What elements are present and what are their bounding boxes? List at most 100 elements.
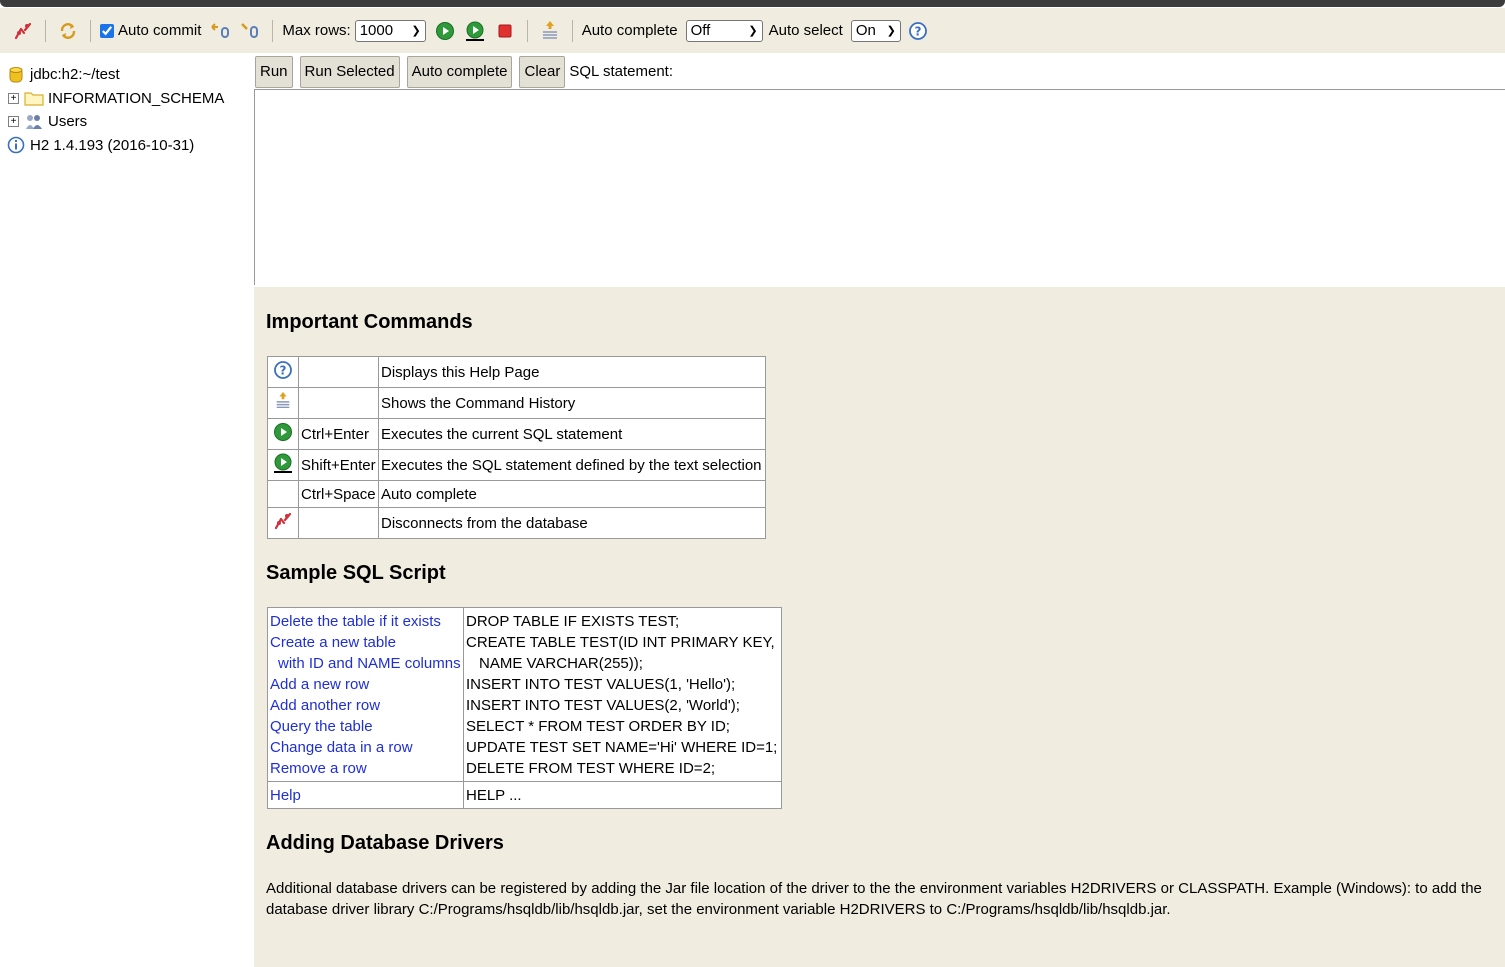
browser-top-edge <box>0 0 1505 8</box>
table-row: ? Displays this Help Page <box>267 356 766 388</box>
run-selected-button[interactable]: Run Selected <box>299 55 400 88</box>
auto-commit-input[interactable] <box>100 23 114 38</box>
run-button[interactable]: Run <box>255 55 293 88</box>
commit-icon[interactable] <box>239 20 261 42</box>
help-icon: ? <box>273 361 293 384</box>
expand-icon[interactable]: + <box>8 92 19 104</box>
sample-sql-line: UPDATE TEST SET NAME='Hi' WHERE ID=1; <box>466 739 778 756</box>
sample-sql-line: SELECT * FROM TEST ORDER BY ID; <box>466 718 730 735</box>
tree-version-label: H2 1.4.193 (2016-10-31) <box>30 136 195 154</box>
help-icon[interactable]: ? <box>907 20 929 42</box>
command-desc: Shows the Command History <box>378 387 766 419</box>
stop-icon[interactable] <box>494 20 516 42</box>
max-rows-label: Max rows: <box>282 22 351 39</box>
svg-text:?: ? <box>914 24 921 38</box>
command-desc: Displays this Help Page <box>378 356 766 388</box>
run-icon[interactable] <box>434 20 456 42</box>
table-row: Delete the table if it exists Create a n… <box>267 607 782 782</box>
history-icon <box>274 392 292 416</box>
info-icon <box>6 135 26 155</box>
command-desc: Auto complete <box>378 480 766 508</box>
important-commands-heading: Important Commands <box>266 311 473 333</box>
command-key: Ctrl+Enter <box>298 418 379 450</box>
auto-select-select[interactable]: On ❯ <box>850 19 901 42</box>
rollback-icon[interactable] <box>209 20 231 42</box>
sample-link-query[interactable]: Query the table <box>270 716 461 737</box>
command-key <box>298 387 379 419</box>
tree-connection-label: jdbc:h2:~/test <box>30 66 120 84</box>
database-icon <box>6 65 26 85</box>
toolbar-separator <box>571 19 573 42</box>
disconnect-icon <box>273 512 293 535</box>
database-tree: jdbc:h2:~/test + INFORMATION_SCHEMA + Us… <box>0 53 254 967</box>
chevron-down-icon: ❯ <box>748 25 758 37</box>
table-row: Shows the Command History <box>267 387 766 419</box>
tree-connection[interactable]: jdbc:h2:~/test <box>0 63 254 87</box>
command-key: Ctrl+Space <box>298 480 379 508</box>
command-key <box>298 507 379 539</box>
chevron-down-icon: ❯ <box>411 25 421 37</box>
auto-complete-select[interactable]: Off ❯ <box>685 19 763 42</box>
sample-link-create[interactable]: Create a new table <box>270 632 461 653</box>
sample-sql-line: NAME VARCHAR(255)); <box>479 655 643 672</box>
command-key: Shift+Enter <box>298 449 379 481</box>
table-row: Ctrl+Enter Executes the current SQL stat… <box>267 418 766 450</box>
auto-commit-label: Auto commit <box>118 22 202 39</box>
sample-sql-line: INSERT INTO TEST VALUES(2, 'World'); <box>466 697 740 714</box>
history-icon[interactable] <box>539 20 561 42</box>
sample-sql-heading: Sample SQL Script <box>266 562 446 584</box>
max-rows-select[interactable]: 1000 ❯ <box>354 19 426 42</box>
table-row: Shift+Enter Executes the SQL statement d… <box>267 449 766 481</box>
expand-icon[interactable]: + <box>8 116 19 128</box>
users-icon <box>24 112 44 132</box>
sample-link-delete[interactable]: Remove a row <box>270 758 461 779</box>
sample-link-create-columns[interactable]: with ID and NAME columns <box>270 653 461 674</box>
folder-icon <box>24 88 44 108</box>
command-key <box>298 356 379 388</box>
disconnect-icon[interactable] <box>12 20 34 42</box>
command-desc: Disconnects from the database <box>378 507 766 539</box>
chevron-down-icon: ❯ <box>886 25 896 37</box>
drivers-paragraph: Additional database drivers can be regis… <box>266 880 1482 918</box>
sample-sql-line: DROP TABLE IF EXISTS TEST; <box>466 613 680 630</box>
run-icon <box>273 423 293 446</box>
commands-table: ? Displays this Help Page Shows the Comm… <box>267 356 766 539</box>
toolbar-separator <box>526 19 528 42</box>
command-desc: Executes the current SQL statement <box>378 418 766 450</box>
refresh-icon[interactable] <box>57 20 79 42</box>
auto-complete-button[interactable]: Auto complete <box>406 55 513 88</box>
auto-commit-checkbox[interactable]: Auto commit <box>98 22 201 39</box>
sql-statement-input[interactable] <box>254 89 1505 285</box>
table-row: Ctrl+Space Auto complete <box>267 480 766 508</box>
run-selected-icon[interactable] <box>464 20 486 42</box>
auto-select-value: On <box>855 22 876 39</box>
toolbar-separator <box>45 19 46 42</box>
sample-sql-line: CREATE TABLE TEST(ID INT PRIMARY KEY, <box>466 634 775 651</box>
auto-select-label: Auto select <box>768 22 843 39</box>
svg-text:?: ? <box>280 364 287 378</box>
help-panel: Important Commands ? Displays this Help … <box>254 287 1505 967</box>
sample-link-update[interactable]: Change data in a row <box>270 737 461 758</box>
auto-complete-label: Auto complete <box>581 22 678 39</box>
tree-item-label: INFORMATION_SCHEMA <box>48 89 225 107</box>
sample-sql-line: INSERT INTO TEST VALUES(1, 'Hello'); <box>466 676 736 693</box>
help-sql: HELP ... <box>466 787 522 804</box>
sample-link-insert-another[interactable]: Add another row <box>270 695 461 716</box>
query-toolbar: Run Run Selected Auto complete Clear SQL… <box>254 53 1505 90</box>
table-row: Help HELP ... <box>267 781 782 809</box>
tree-item-users[interactable]: + Users <box>0 110 254 134</box>
toolbar-separator <box>272 19 274 42</box>
auto-complete-value: Off <box>690 22 711 39</box>
sql-statement-label: SQL statement: <box>569 63 674 80</box>
run-selected-icon <box>272 453 294 478</box>
clear-button[interactable]: Clear <box>519 55 566 88</box>
sample-link-insert[interactable]: Add a new row <box>270 674 461 695</box>
tree-version: H2 1.4.193 (2016-10-31) <box>0 134 254 158</box>
help-link[interactable]: Help <box>270 785 461 806</box>
toolbar-separator <box>90 19 91 42</box>
sample-sql-table: Delete the table if it exists Create a n… <box>267 607 782 809</box>
table-row: Disconnects from the database <box>267 507 766 539</box>
tree-item-information-schema[interactable]: + INFORMATION_SCHEMA <box>0 87 254 111</box>
command-desc: Executes the SQL statement defined by th… <box>378 449 766 481</box>
sample-link-drop[interactable]: Delete the table if it exists <box>270 611 461 632</box>
